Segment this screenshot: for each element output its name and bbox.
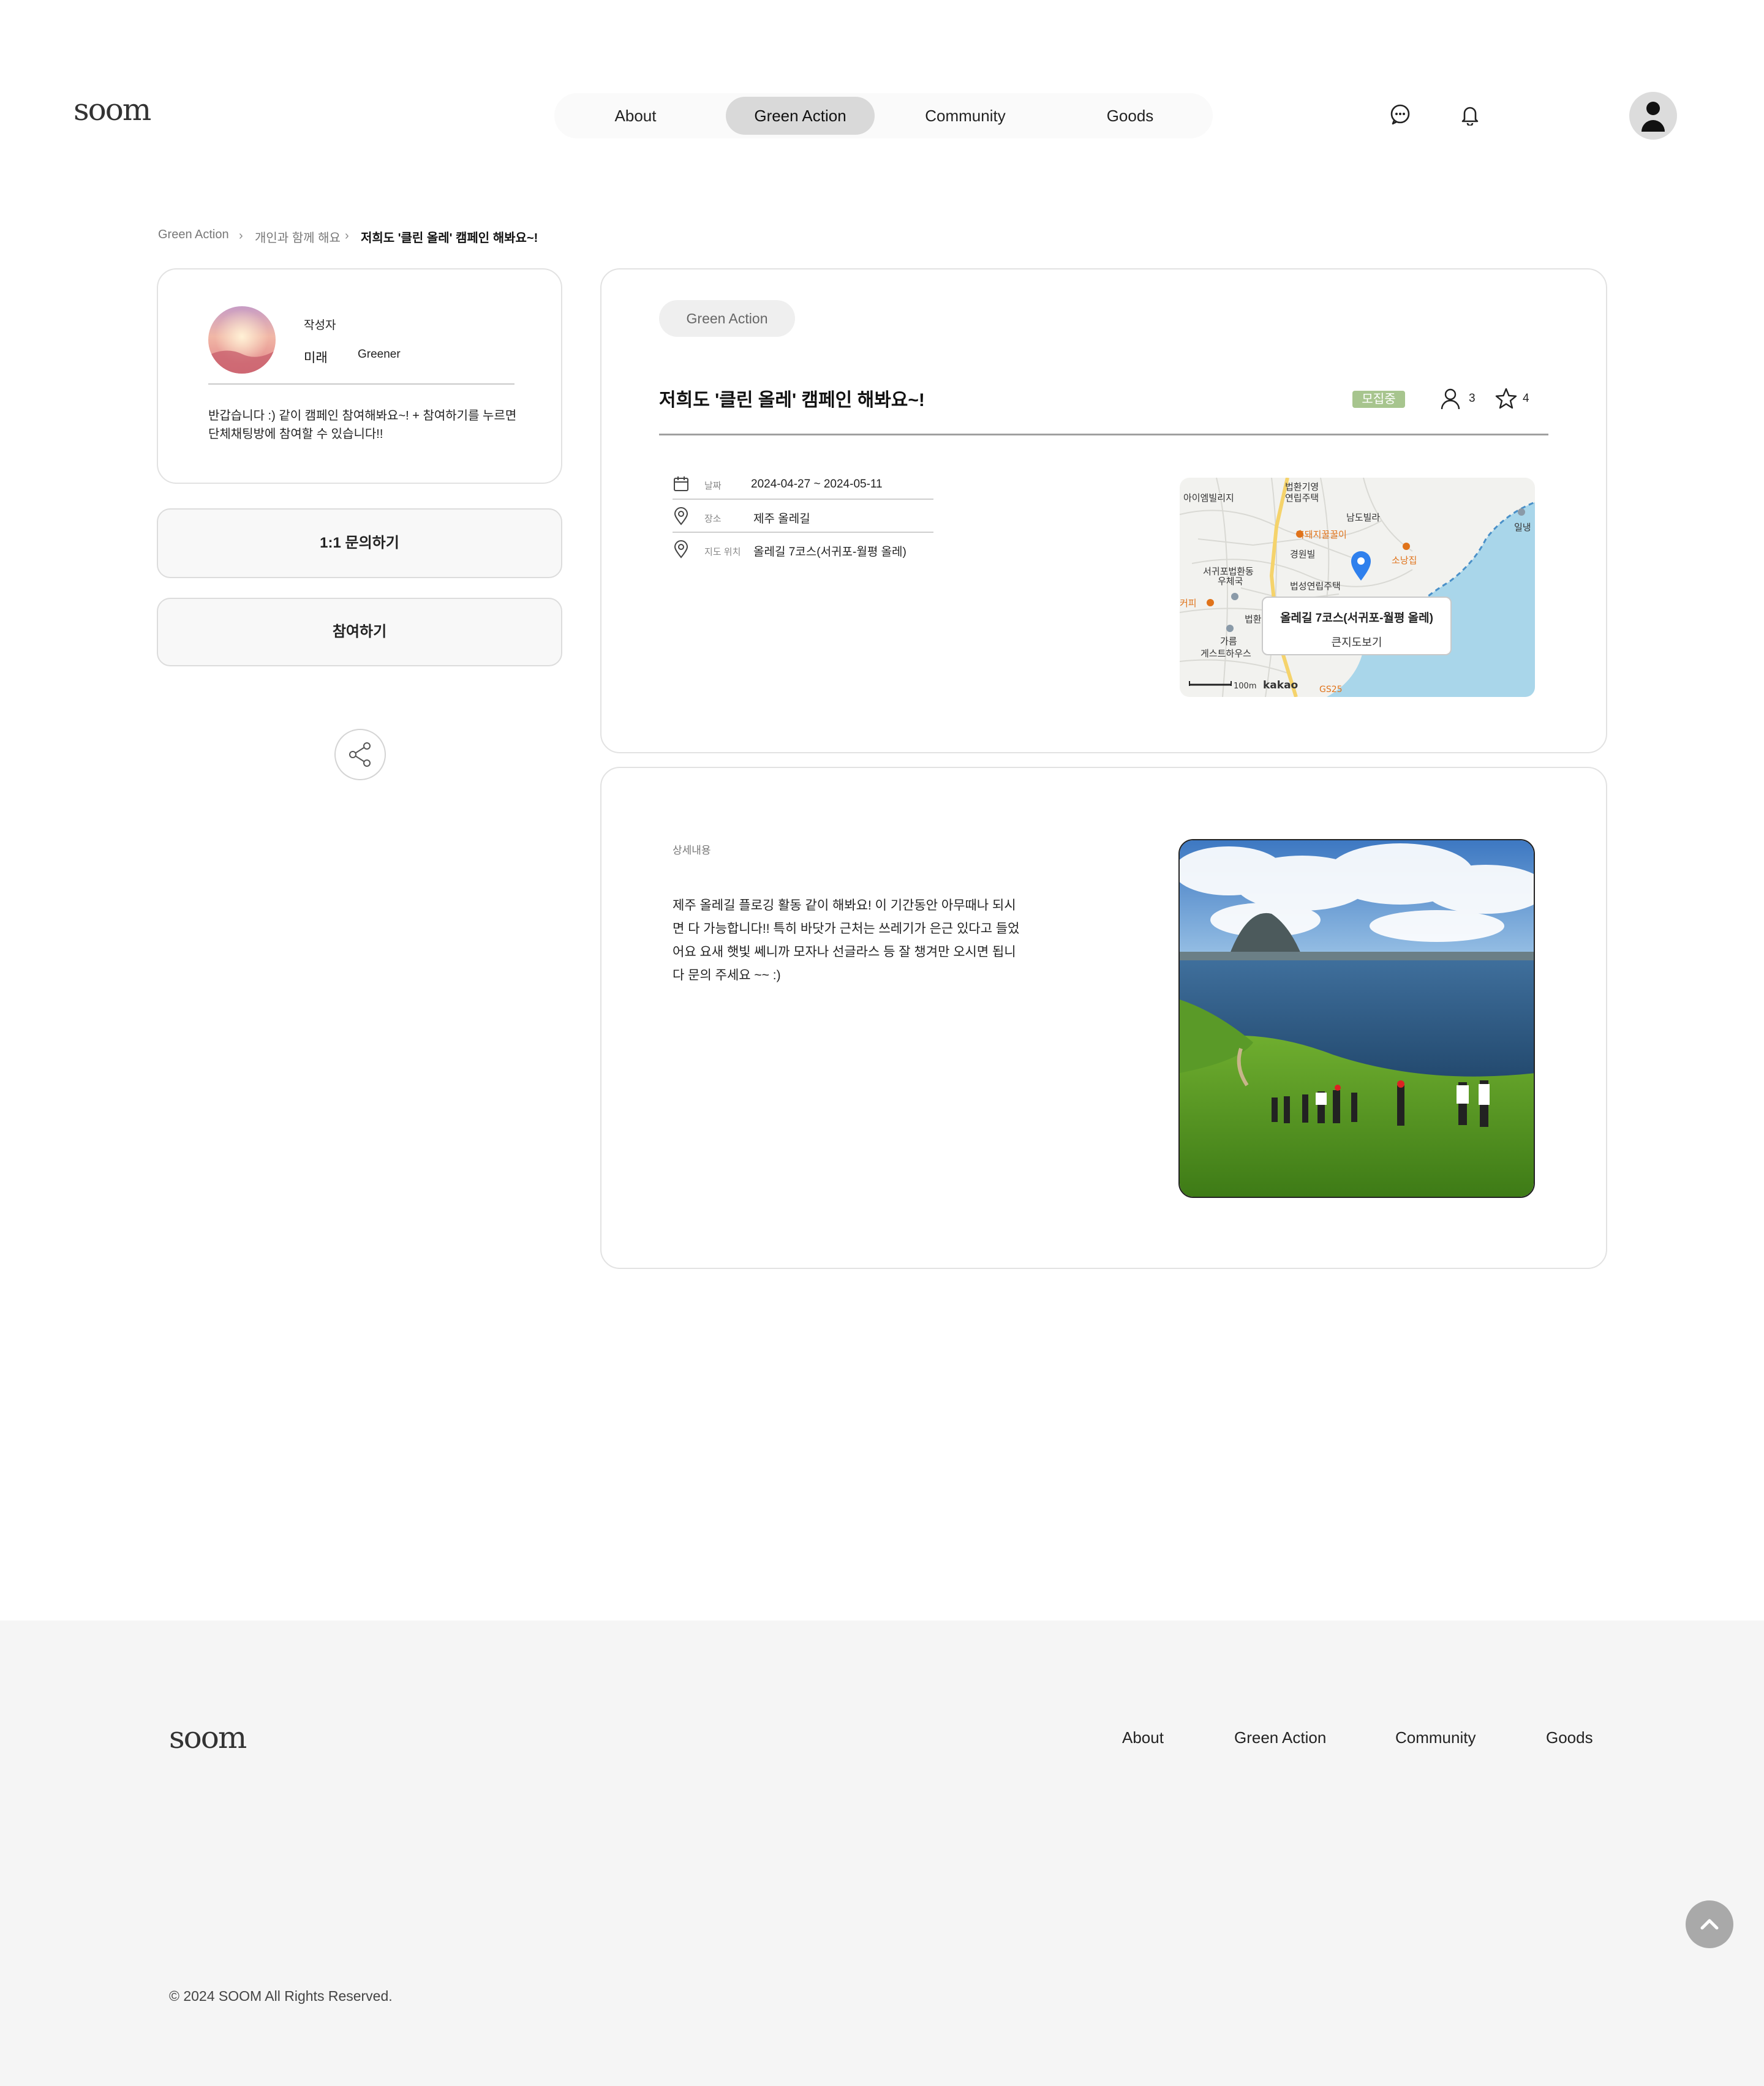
category-pill[interactable]: Green Action (659, 300, 795, 337)
detail-line: 다 문의 주세요 ~~ :) (673, 968, 781, 982)
nav-about[interactable]: About (579, 97, 692, 135)
participants-icon (1439, 387, 1462, 413)
nav-community[interactable]: Community (903, 97, 1027, 135)
map-label: 게스트하우스 (1200, 648, 1251, 659)
date-value: 2024-04-27 ~ 2024-05-11 (751, 478, 883, 491)
place-value: 제주 올레길 (753, 513, 810, 525)
join-button[interactable]: 참여하기 (157, 598, 562, 666)
author-avatar (208, 306, 276, 374)
breadcrumb-item-category[interactable]: 개인과 함께 해요 (255, 228, 341, 246)
map-marker-icon[interactable] (1349, 550, 1373, 585)
detail-line: 면 다 가능합니다!! 특히 바닷가 근처는 쓰레기가 은근 있다고 들었 (673, 922, 1020, 936)
post-title: 저희도 '클린 올레' 캠페인 해봐요~! (659, 390, 925, 410)
footer-link-about[interactable]: About (1122, 1728, 1164, 1747)
share-icon (349, 742, 371, 767)
footer-link-community[interactable]: Community (1395, 1728, 1476, 1747)
detail-line: 제주 올레길 플로깅 활동 같이 해봐요! 이 기간동안 아무때나 되시 (673, 898, 1016, 913)
star-icon[interactable] (1494, 387, 1518, 413)
share-button[interactable] (334, 729, 386, 780)
map-label: 흑돼지꿀꿀이 (1296, 529, 1347, 540)
map-label: 연립주택 (1285, 492, 1319, 503)
inquiry-button[interactable]: 1:1 문의하기 (157, 508, 562, 578)
map-label: GS25 (1319, 685, 1343, 695)
participants-count: 3 (1469, 392, 1476, 405)
map-attribution: kakao (1263, 679, 1298, 691)
place-label: 장소 (704, 514, 722, 524)
map-pin-icon (673, 540, 690, 562)
user-avatar-icon (1642, 102, 1665, 132)
map-label: 소낭집 (1392, 555, 1417, 566)
detail-body: 제주 올레길 플로깅 활동 같이 해봐요! 이 기간동안 아무때나 되시 면 다… (673, 894, 1052, 987)
logo[interactable]: soom (74, 92, 151, 127)
row-divider (673, 499, 933, 500)
map-location-label: 지도 위치 (704, 547, 741, 557)
campaign-photo (1178, 839, 1535, 1198)
author-rank: Greener (358, 348, 401, 361)
author-card: 작성자 미래 Greener 반갑습니다 :) 같이 캠페인 참여해봐요~! +… (157, 268, 562, 484)
map-label: 경원빌 (1290, 549, 1315, 560)
copyright: © 2024 SOOM All Rights Reserved. (169, 1988, 393, 2004)
user-avatar-button[interactable] (1629, 92, 1677, 140)
status-badge: 모집중 (1352, 391, 1405, 408)
map-label: 법환 (1245, 614, 1262, 625)
map-label: 일냉 (1514, 522, 1531, 533)
title-divider (659, 434, 1548, 435)
row-divider (673, 532, 933, 533)
map-label: 커피 (1180, 598, 1197, 609)
map-label: 법성연립주택 (1290, 581, 1341, 592)
map-label: 우체국 (1218, 576, 1243, 587)
map-popup-title: 올레길 7코스(서귀포-월평 올레) (1280, 612, 1433, 625)
chat-icon[interactable] (1387, 101, 1414, 128)
star-count: 4 (1523, 392, 1529, 405)
map-label: 남도빌라 (1346, 512, 1380, 523)
view-large-map-link[interactable]: 큰지도보기 (1263, 634, 1450, 650)
author-label: 작성자 (304, 319, 336, 332)
map-label: 아이엠빌리지 (1183, 492, 1234, 503)
footer-link-goods[interactable]: Goods (1546, 1728, 1593, 1747)
map-location-value: 올레길 7코스(서귀포-월평 올레) (753, 546, 907, 559)
footer (0, 1621, 1764, 2086)
scroll-to-top-button[interactable] (1686, 1900, 1733, 1948)
chevron-right-icon: › (239, 229, 243, 243)
divider (208, 383, 514, 385)
footer-link-green-action[interactable]: Green Action (1234, 1728, 1326, 1747)
nav-green-action[interactable]: Green Action (726, 97, 875, 135)
map-label: 가름 (1220, 636, 1237, 647)
calendar-icon (673, 475, 690, 495)
chevron-up-icon (1700, 1919, 1719, 1930)
map-view[interactable]: 아이엠빌리지 법환기영 연립주택 남도빌라 흑돼지꿀꿀이 경원빌 소낭집 서귀포… (1180, 478, 1535, 697)
map-scale-label: 100m (1234, 682, 1256, 691)
bell-icon[interactable] (1457, 101, 1483, 128)
map-label: 법환기영 (1285, 481, 1319, 492)
map-popup: 올레길 7코스(서귀포-월평 올레) 큰지도보기 (1262, 597, 1452, 655)
chevron-right-icon: › (345, 229, 349, 243)
author-name: 미래 (304, 351, 328, 365)
author-intro: 반갑습니다 :) 같이 캠페인 참여해봐요~! + 참여하기를 누르면 단체채팅… (208, 409, 517, 441)
detail-label: 상세내용 (673, 845, 711, 856)
footer-logo[interactable]: soom (169, 1720, 247, 1755)
detail-line: 어요 요새 햇빛 쎄니까 모자나 선글라스 등 잘 챙겨만 오시면 됩니 (673, 945, 1016, 959)
breadcrumb-item-green-action[interactable]: Green Action (158, 228, 229, 242)
nav-goods[interactable]: Goods (1075, 97, 1185, 135)
date-label: 날짜 (704, 481, 722, 491)
breadcrumb-item-current: 저희도 '클린 올레' 캠페인 해봐요~! (361, 232, 538, 245)
location-pin-icon (673, 507, 690, 529)
